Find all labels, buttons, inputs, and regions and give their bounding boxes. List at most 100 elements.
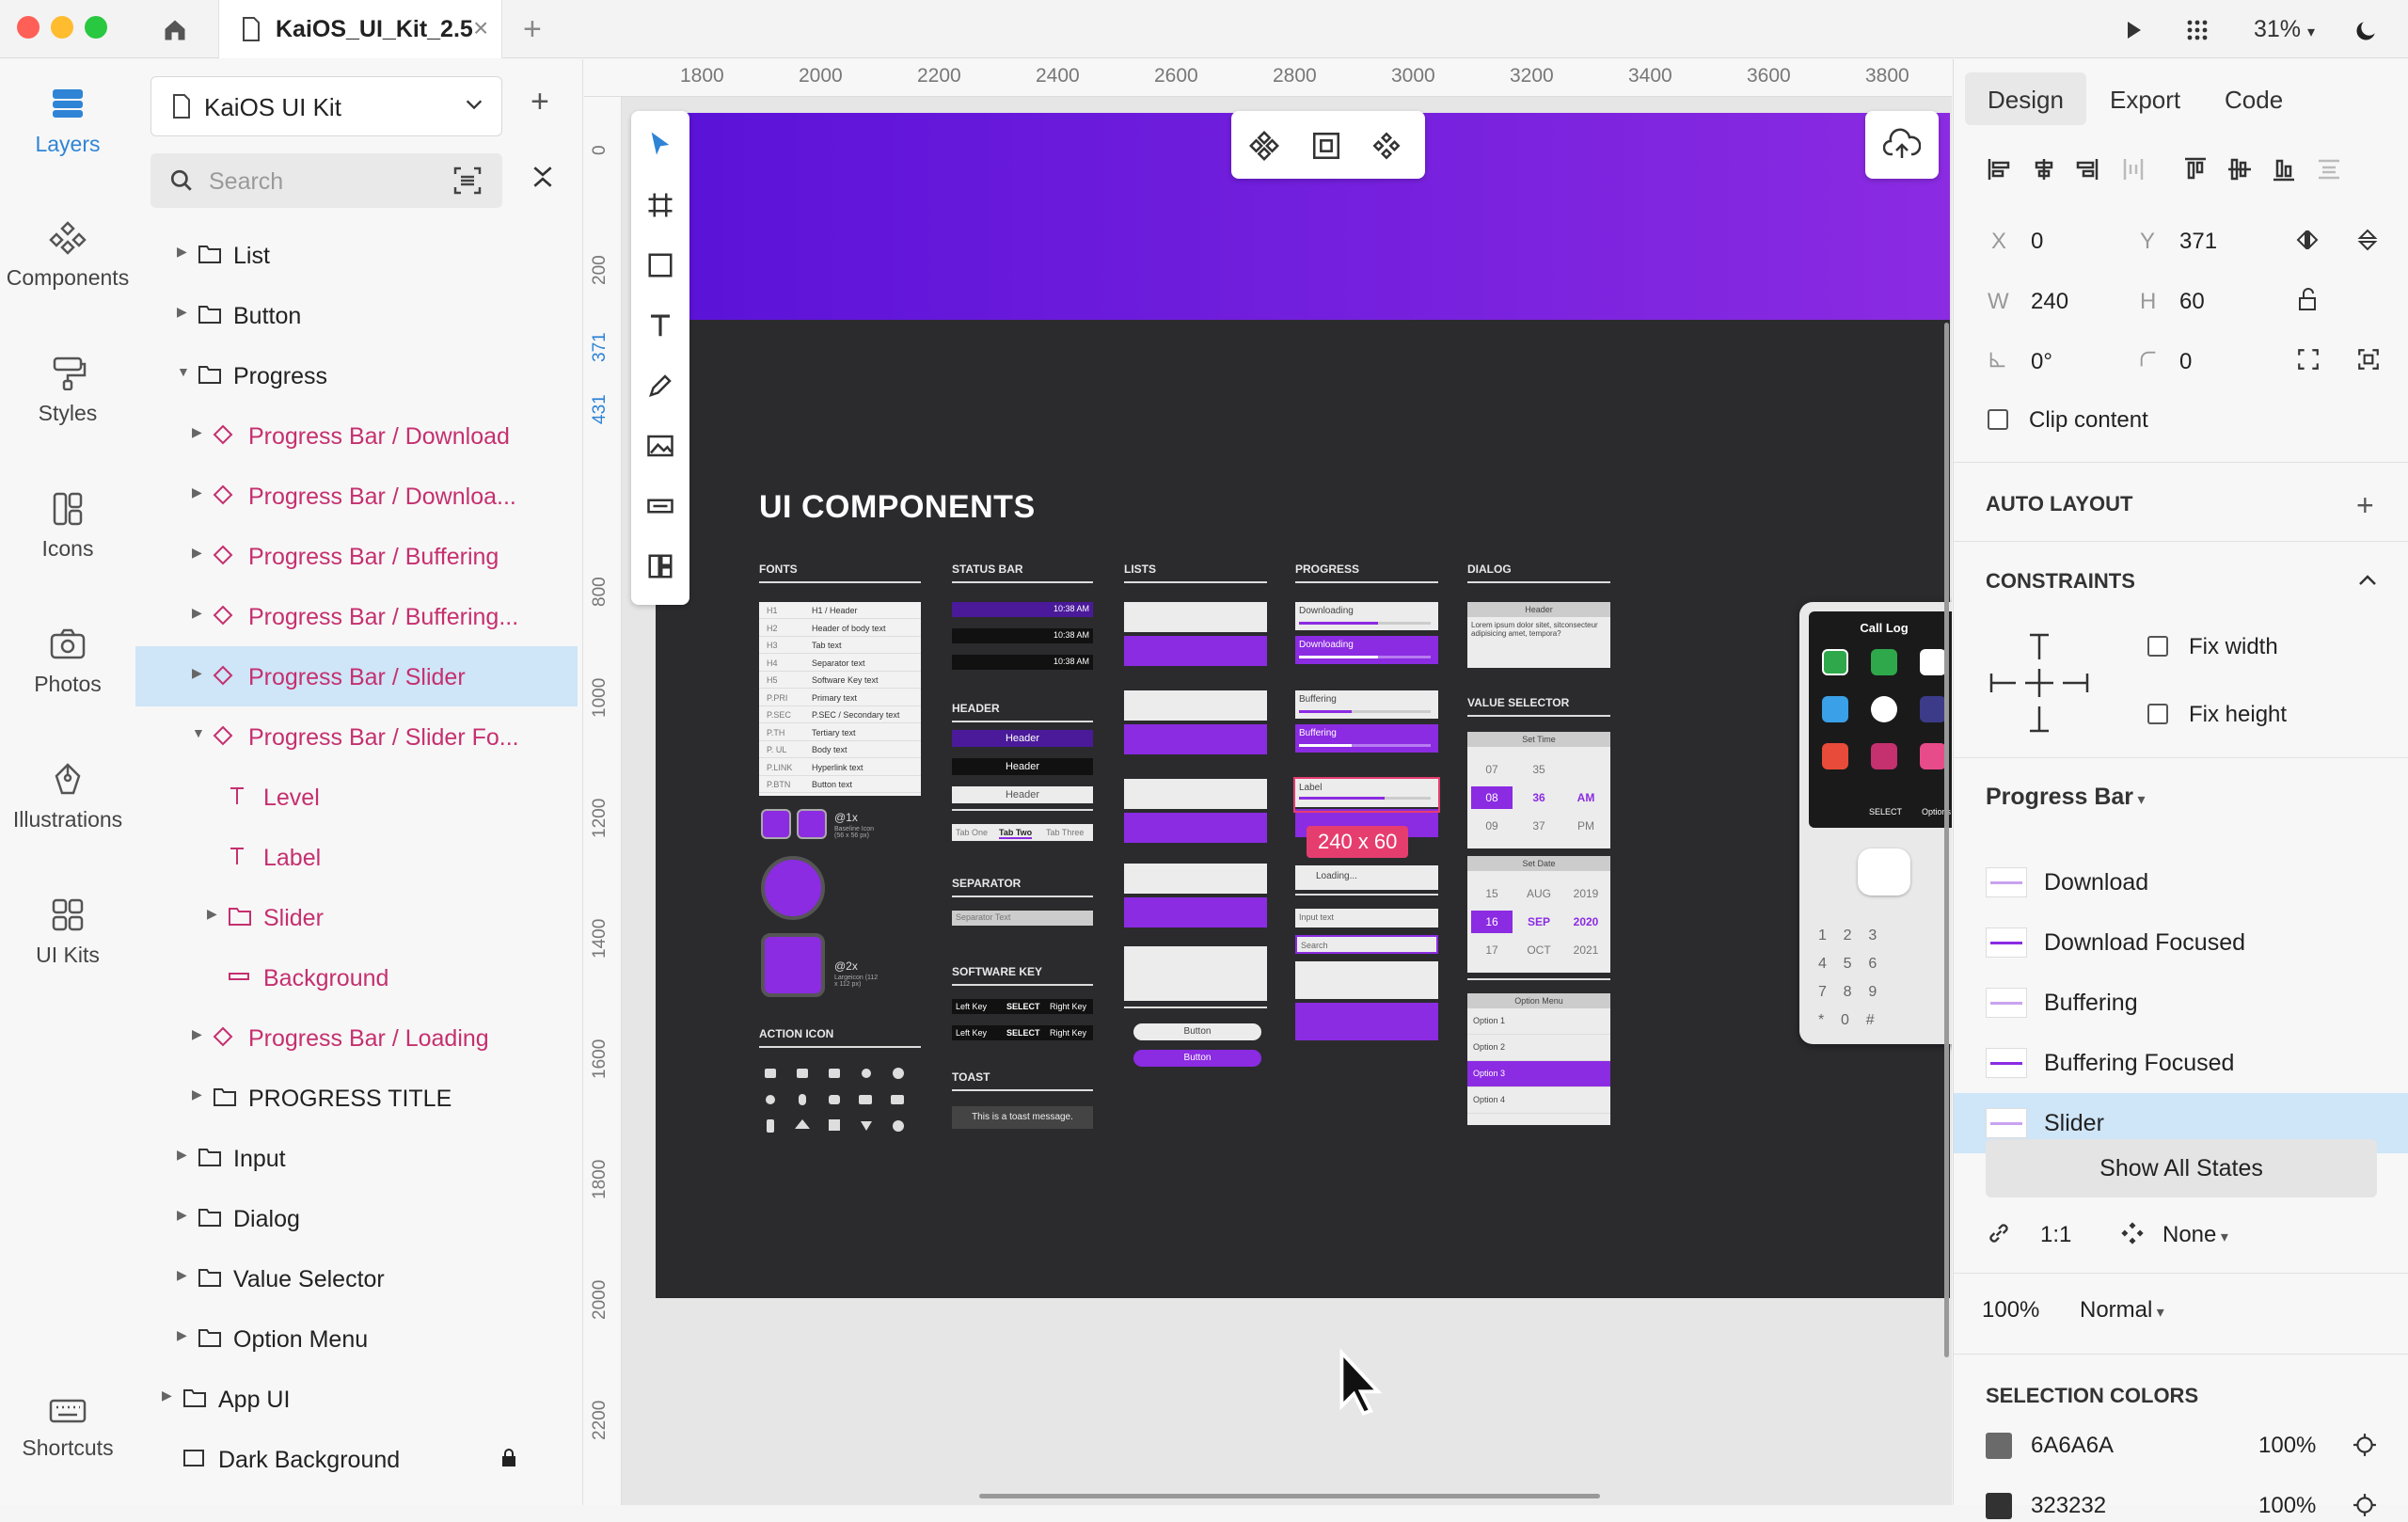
layer-row[interactable]: ▶ Progress Bar / Slider — [135, 646, 578, 706]
color-hex[interactable]: 6A6A6A — [2031, 1433, 2114, 1459]
interaction-dropdown[interactable]: None ▾ — [2162, 1222, 2228, 1248]
chevron-right-icon[interactable]: ▶ — [177, 1267, 187, 1283]
rail-icons[interactable]: Icons — [0, 492, 135, 562]
show-all-states-button[interactable]: Show All States — [1986, 1139, 2377, 1197]
new-tab-button[interactable]: + — [523, 11, 542, 48]
lock-ratio-icon[interactable] — [2296, 287, 2319, 316]
resize-to-fit-icon[interactable] — [2356, 347, 2381, 376]
layer-row[interactable]: ▶ Button — [135, 285, 578, 345]
layer-row[interactable]: ▶ Slider — [135, 887, 578, 947]
dark-mode-icon[interactable] — [2352, 15, 2382, 45]
move-tool-icon[interactable] — [631, 117, 689, 173]
chevron-right-icon[interactable]: ▶ — [177, 244, 187, 260]
selection-box[interactable] — [1293, 777, 1440, 813]
layer-row[interactable]: Level — [135, 767, 578, 827]
maximize-window-button[interactable] — [85, 16, 107, 39]
add-page-button[interactable]: + — [531, 84, 549, 120]
ratio-value[interactable]: 1:1 — [2040, 1222, 2071, 1248]
chevron-right-icon[interactable]: ▶ — [177, 304, 187, 320]
blend-mode-dropdown[interactable]: Normal ▾ — [2080, 1297, 2164, 1324]
variant-item[interactable]: Download — [1954, 852, 2408, 912]
layer-row[interactable]: ▶ PROGRESS TITLE — [135, 1068, 578, 1128]
opacity-field[interactable]: 100% — [1982, 1297, 2039, 1324]
image-tool-icon[interactable] — [631, 418, 689, 474]
flip-vertical-icon[interactable] — [2356, 229, 2379, 256]
frame-tool-icon[interactable] — [631, 177, 689, 233]
x-field[interactable]: 0 — [2031, 229, 2043, 255]
layer-row[interactable]: ▶ Progress Bar / Buffering... — [135, 586, 578, 646]
layer-row[interactable]: ▶ List — [135, 225, 578, 285]
document-tab[interactable]: KaiOS_UI_Kit_2.5 × — [218, 0, 502, 58]
h-field[interactable]: 60 — [2179, 289, 2205, 315]
grid-menu-icon[interactable] — [2182, 15, 2212, 45]
chevron-right-icon[interactable]: ▶ — [177, 1147, 187, 1163]
target-icon[interactable] — [2353, 1433, 2377, 1462]
chevron-right-icon[interactable]: ▶ — [192, 424, 202, 440]
layer-row[interactable]: ▶ Progress Bar / Loading — [135, 1007, 578, 1068]
text-tool-icon[interactable] — [631, 297, 689, 354]
pen-tool-icon[interactable] — [631, 357, 689, 414]
layer-row[interactable]: Dark Background — [135, 1429, 578, 1489]
rail-shortcuts[interactable]: Shortcuts — [0, 1399, 135, 1461]
layer-row[interactable]: ▶ Input — [135, 1128, 578, 1188]
layer-row[interactable]: ▶ App UI — [135, 1369, 578, 1429]
chevron-right-icon[interactable]: ▶ — [192, 484, 202, 500]
chevron-right-icon[interactable]: ▶ — [192, 1086, 202, 1102]
add-auto-layout-icon[interactable]: + — [2356, 488, 2374, 523]
tab-design[interactable]: Design — [1965, 72, 2086, 125]
component-selector[interactable]: Progress Bar ▾ — [1986, 784, 2146, 811]
assets-tool-icon[interactable] — [631, 538, 689, 595]
upload-button[interactable] — [1865, 111, 1939, 179]
detach-icon[interactable] — [1310, 130, 1342, 166]
link-icon[interactable] — [1986, 1220, 2012, 1251]
layer-row[interactable]: ▶ Progress Bar / Download — [135, 405, 578, 466]
layer-row[interactable]: Label — [135, 827, 578, 887]
constraint-widget[interactable] — [1988, 631, 2091, 735]
layer-row[interactable]: ▶ Dialog — [135, 1188, 578, 1248]
layer-row[interactable]: ▶ Progress Bar / Downloa... — [135, 466, 578, 526]
rail-illustrations[interactable]: Illustrations — [0, 763, 135, 832]
color-opacity[interactable]: 100% — [2258, 1433, 2316, 1459]
chevron-up-icon[interactable] — [2356, 569, 2379, 596]
chevron-right-icon[interactable]: ▶ — [177, 1327, 187, 1343]
play-icon[interactable] — [2118, 15, 2148, 45]
file-selector[interactable]: KaiOS UI Kit — [150, 76, 502, 136]
color-hex[interactable]: 323232 — [2031, 1493, 2106, 1519]
component-tool-icon[interactable] — [631, 478, 689, 534]
rectangle-tool-icon[interactable] — [631, 237, 689, 293]
rail-components[interactable]: Components — [0, 221, 135, 291]
layer-row[interactable]: Background — [135, 947, 578, 1007]
zoom-dropdown[interactable]: 31% ▾ — [2254, 16, 2315, 43]
artboard-dark-background[interactable]: UI COMPONENTS FONTS STATUS BAR LISTS PRO… — [656, 113, 1952, 1298]
radius-field[interactable]: 0 — [2179, 349, 2192, 375]
layer-row[interactable]: ▼ Progress — [135, 345, 578, 405]
target-icon[interactable] — [2353, 1493, 2377, 1522]
chevron-right-icon[interactable]: ▶ — [177, 1207, 187, 1223]
independent-corners-icon[interactable] — [2296, 347, 2321, 376]
collapse-all-icon[interactable] — [531, 165, 555, 194]
variant-item[interactable]: Download Focused — [1954, 912, 2408, 973]
y-field[interactable]: 371 — [2179, 229, 2217, 255]
chevron-right-icon[interactable]: ▶ — [192, 1026, 202, 1042]
color-opacity[interactable]: 100% — [2258, 1493, 2316, 1519]
w-field[interactable]: 240 — [2031, 289, 2068, 315]
chevron-right-icon[interactable]: ▶ — [207, 906, 217, 922]
rail-layers[interactable]: Layers — [0, 87, 135, 157]
layer-row[interactable]: ▶ Value Selector — [135, 1248, 578, 1308]
vertical-scrollbar[interactable] — [1944, 323, 1949, 1357]
home-icon[interactable] — [160, 15, 190, 45]
variant-item[interactable]: Buffering — [1954, 973, 2408, 1033]
chevron-right-icon[interactable]: ▶ — [162, 1387, 172, 1403]
chevron-right-icon[interactable]: ▶ — [192, 665, 202, 681]
flip-horizontal-icon[interactable] — [2296, 229, 2319, 256]
chevron-right-icon[interactable]: ▶ — [192, 605, 202, 621]
variants-icon[interactable] — [1370, 130, 1402, 166]
color-swatch[interactable] — [1986, 1433, 2012, 1459]
layer-row[interactable]: ▼ Progress Bar / Slider Fo... — [135, 706, 578, 767]
color-swatch[interactable] — [1986, 1493, 2012, 1519]
fix-width-checkbox[interactable] — [2147, 636, 2168, 657]
tab-code[interactable]: Code — [2202, 72, 2305, 125]
chevron-down-icon[interactable]: ▼ — [177, 364, 190, 379]
variant-item[interactable]: Buffering Focused — [1954, 1033, 2408, 1093]
fix-height-checkbox[interactable] — [2147, 704, 2168, 724]
